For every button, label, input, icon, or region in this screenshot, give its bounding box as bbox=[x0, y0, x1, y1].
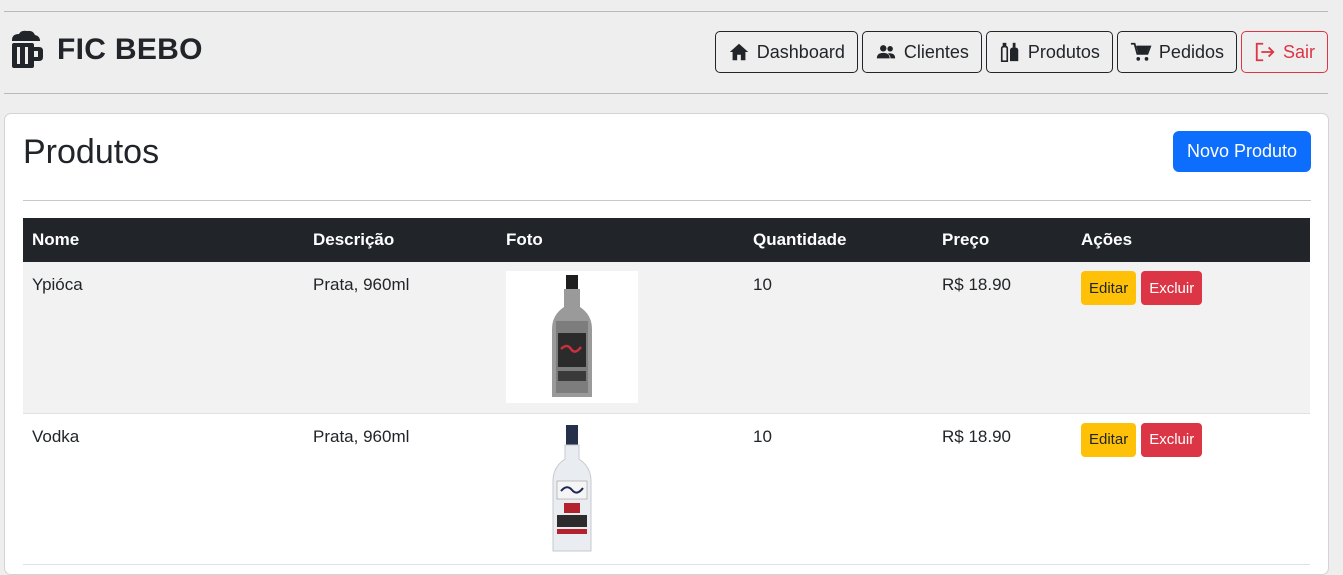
cart-icon bbox=[1130, 42, 1152, 61]
cell-descricao: Prata, 960ml bbox=[304, 413, 497, 565]
beer-mug-icon bbox=[12, 30, 43, 68]
table-header: Nome Descrição Foto Quantidade Preço Açõ… bbox=[23, 218, 1310, 262]
nav-pedidos-label: Pedidos bbox=[1158, 41, 1224, 62]
nav-dashboard-label: Dashboard bbox=[756, 41, 845, 62]
delete-button[interactable]: Excluir bbox=[1141, 271, 1203, 305]
home-icon bbox=[729, 43, 748, 61]
cell-preco: R$ 18.90 bbox=[933, 262, 1072, 414]
cell-descricao: Prata, 960ml bbox=[304, 262, 497, 414]
column-header-quantidade: Quantidade bbox=[744, 218, 933, 262]
logout-icon bbox=[1255, 42, 1275, 62]
bottles-icon bbox=[1000, 42, 1019, 62]
top-nav: Dashboard Clientes Produtos Pedidos Sair bbox=[714, 31, 1328, 73]
page-title: Produtos bbox=[23, 133, 160, 171]
products-card: Produtos Novo Produto Nome Descrição Fot… bbox=[4, 113, 1329, 575]
nav-dashboard-button[interactable]: Dashboard bbox=[714, 31, 858, 73]
cell-acoes: Editar Excluir bbox=[1072, 262, 1310, 414]
cell-quantidade: 10 bbox=[744, 413, 933, 565]
brand: FIC BEBO bbox=[8, 30, 203, 70]
edit-button[interactable]: Editar bbox=[1081, 271, 1137, 305]
nav-clientes-label: Clientes bbox=[903, 41, 969, 62]
column-header-acoes: Ações bbox=[1072, 218, 1310, 262]
nav-sair-button[interactable]: Sair bbox=[1240, 31, 1328, 73]
column-header-descricao: Descrição bbox=[304, 218, 497, 262]
header-top-divider bbox=[4, 11, 1328, 12]
edit-button[interactable]: Editar bbox=[1081, 422, 1137, 457]
vodka-bottle-image bbox=[506, 422, 638, 555]
cell-quantidade: 10 bbox=[744, 262, 933, 414]
brand-title: FIC BEBO bbox=[57, 33, 203, 66]
column-header-nome: Nome bbox=[23, 218, 304, 262]
nav-clientes-button[interactable]: Clientes bbox=[861, 31, 982, 73]
column-header-preco: Preço bbox=[933, 218, 1072, 262]
cell-acoes: Editar Excluir bbox=[1072, 413, 1310, 565]
column-header-foto: Foto bbox=[497, 218, 744, 262]
cell-preco: R$ 18.90 bbox=[933, 413, 1072, 565]
cell-foto bbox=[497, 413, 744, 565]
card-divider bbox=[23, 200, 1311, 201]
ypioca-bottle-image bbox=[506, 271, 638, 403]
delete-button[interactable]: Excluir bbox=[1141, 422, 1203, 457]
new-product-button[interactable]: Novo Produto bbox=[1173, 131, 1311, 172]
table-row: Vodka Prata, 960ml 10 R$ 18.90 Editar Ex… bbox=[23, 413, 1310, 565]
table-row: Ypióca Prata, 960ml 10 R$ 18.90 Editar E… bbox=[23, 262, 1310, 414]
header-bottom-divider bbox=[4, 93, 1328, 94]
nav-produtos-button[interactable]: Produtos bbox=[985, 31, 1113, 73]
cell-foto bbox=[497, 262, 744, 414]
nav-sair-label: Sair bbox=[1282, 41, 1315, 62]
nav-pedidos-button[interactable]: Pedidos bbox=[1116, 31, 1237, 73]
products-table: Nome Descrição Foto Quantidade Preço Açõ… bbox=[23, 218, 1310, 565]
cell-nome: Vodka bbox=[23, 413, 304, 565]
cell-nome: Ypióca bbox=[23, 262, 304, 414]
nav-produtos-label: Produtos bbox=[1027, 41, 1100, 62]
users-icon bbox=[876, 45, 896, 59]
